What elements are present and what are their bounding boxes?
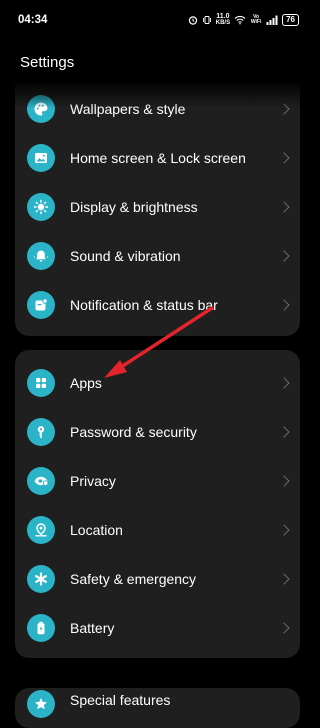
key-icon: [27, 417, 55, 446]
settings-item-password-security[interactable]: Password & security: [15, 407, 300, 456]
settings-item-display-brightness[interactable]: Display & brightness: [15, 182, 300, 231]
battery-icon: [27, 613, 55, 642]
vibrate-icon: [202, 15, 212, 25]
star-icon: [27, 690, 55, 718]
notification-icon: [27, 290, 55, 319]
eye-shield-icon: [27, 466, 55, 495]
settings-group-personalization: Wallpapers & style Home screen & Lock sc…: [15, 84, 300, 336]
speed-unit: KB/S: [215, 20, 231, 26]
settings-item-battery[interactable]: Battery: [15, 603, 300, 652]
asterisk-icon: [27, 564, 55, 593]
settings-item-label: Notification & status bar: [70, 296, 218, 313]
settings-item-notification-status-bar[interactable]: Notification & status bar: [15, 280, 300, 329]
settings-item-label: Location: [70, 521, 123, 538]
bell-icon: [27, 241, 55, 270]
settings-item-sound-vibration[interactable]: Sound & vibration: [15, 231, 300, 280]
status-time: 04:34: [18, 14, 48, 26]
alarm-icon: [188, 15, 198, 25]
settings-group-features: Special features: [15, 688, 300, 728]
settings-item-label: Password & security: [70, 423, 197, 440]
settings-item-home-lock-screen[interactable]: Home screen & Lock screen: [15, 133, 300, 182]
chevron-right-icon: [278, 621, 290, 634]
chevron-right-icon: [278, 200, 290, 213]
settings-item-label: Sound & vibration: [70, 247, 181, 264]
settings-item-label: Home screen & Lock screen: [70, 149, 246, 166]
chevron-right-icon: [278, 572, 290, 585]
image-icon: [27, 143, 55, 172]
settings-group-system: Apps Password & security Privacy Locatio…: [15, 350, 300, 658]
chevron-right-icon: [278, 249, 290, 262]
vowifi-label: Vo WiFi: [250, 14, 262, 25]
network-speed: 11.0 KB/S: [215, 13, 231, 26]
settings-item-location[interactable]: Location: [15, 505, 300, 554]
page-title: Settings: [20, 54, 75, 71]
status-bar: 04:34 11.0 KB/S Vo WiFi 76: [0, 0, 315, 40]
sun-icon: [27, 192, 55, 221]
settings-item-privacy[interactable]: Privacy: [15, 456, 300, 505]
settings-item-label: Display & brightness: [70, 198, 198, 215]
chevron-right-icon: [278, 474, 290, 487]
settings-item-label: Privacy: [70, 472, 116, 489]
battery-indicator: 76: [282, 14, 299, 26]
scroll-fade: [0, 80, 315, 108]
apps-grid-icon: [27, 368, 55, 397]
wifi-icon: [234, 15, 246, 25]
settings-item-special-features[interactable]: Special features: [15, 688, 300, 718]
location-pin-icon: [27, 515, 55, 544]
settings-item-safety-emergency[interactable]: Safety & emergency: [15, 554, 300, 603]
chevron-right-icon: [278, 298, 290, 311]
chevron-right-icon: [278, 376, 290, 389]
settings-item-label: Special features: [70, 692, 171, 708]
settings-item-label: Safety & emergency: [70, 570, 197, 587]
signal-icon: [266, 15, 278, 25]
settings-item-apps[interactable]: Apps: [15, 358, 300, 407]
chevron-right-icon: [278, 425, 290, 438]
chevron-right-icon: [278, 151, 290, 164]
status-icons: 11.0 KB/S Vo WiFi 76: [188, 13, 299, 26]
settings-item-label: Battery: [70, 619, 115, 636]
settings-item-label: Apps: [70, 374, 102, 391]
chevron-right-icon: [278, 523, 290, 536]
